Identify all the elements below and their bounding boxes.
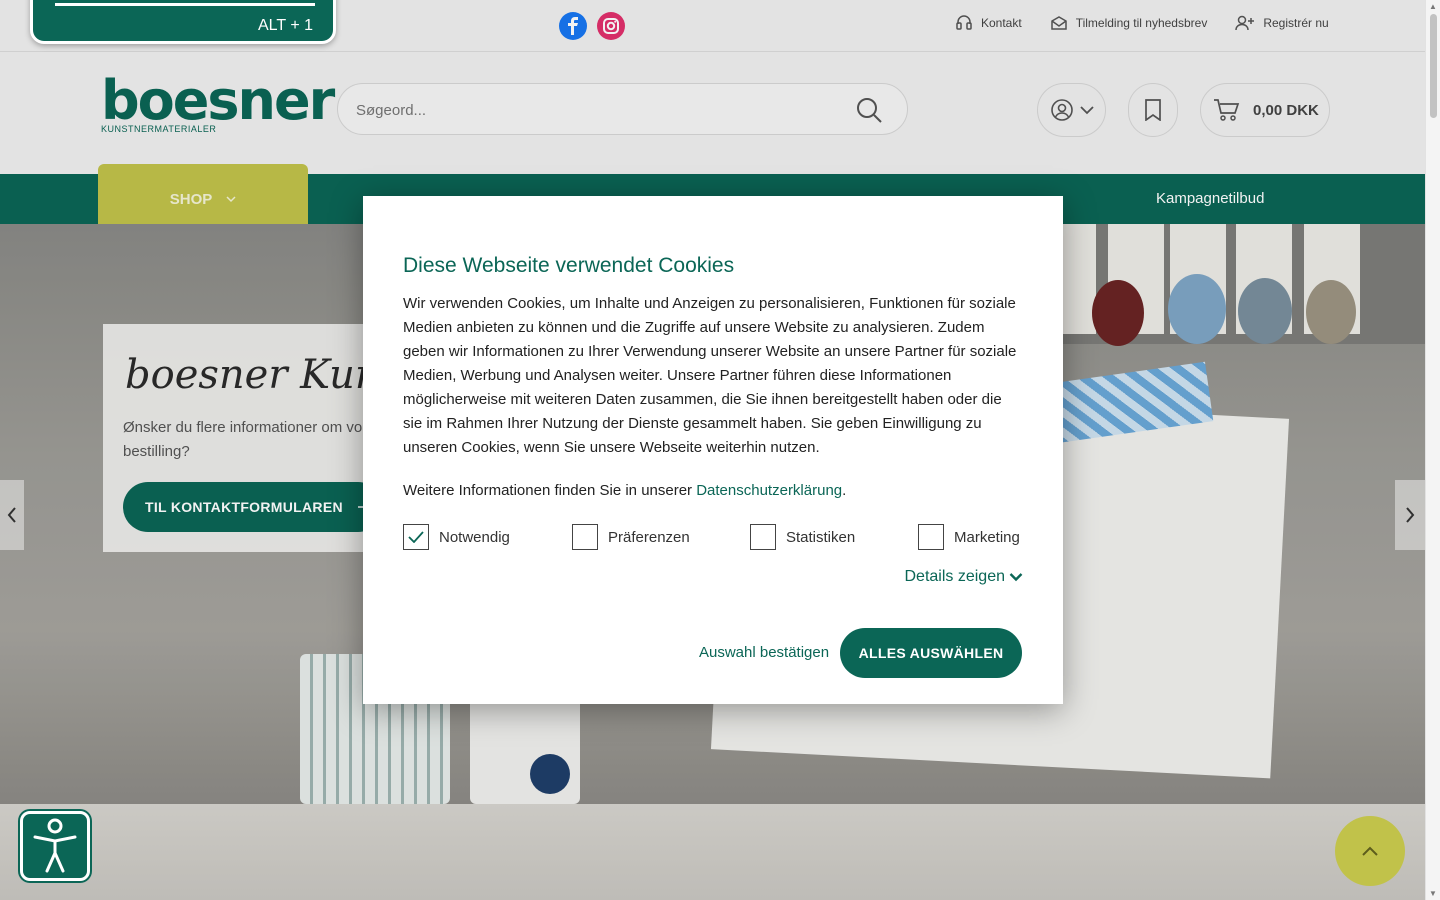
privacy-suffix: . (842, 482, 847, 499)
accessibility-icon (33, 818, 77, 873)
checkbox-box[interactable] (750, 524, 776, 550)
chevron-up-icon (1362, 846, 1378, 856)
details-label: Details zeigen (904, 568, 1006, 585)
confirm-selection-button[interactable]: Auswahl bestätigen (699, 644, 829, 661)
chevron-down-icon (1009, 573, 1023, 582)
checkbox-notwendig[interactable]: Notwendig (403, 524, 510, 550)
skip-link-popup[interactable]: ALT + 1 (30, 0, 336, 44)
scrollbar-thumb[interactable] (1430, 14, 1437, 118)
skip-link-shortcut: ALT + 1 (258, 17, 313, 34)
checkbox-box[interactable] (918, 524, 944, 550)
checkbox-label: Notwendig (439, 528, 510, 546)
cookie-consent-dialog: Diese Webseite verwendet Cookies Wir ver… (363, 196, 1063, 704)
privacy-policy-link[interactable]: Datenschutzerklärung (696, 482, 842, 499)
checkbox-label: Präferenzen (608, 528, 690, 546)
checkbox-statistiken[interactable]: Statistiken (750, 524, 855, 550)
privacy-prefix: Weitere Informationen finden Sie in unse… (403, 482, 697, 499)
accessibility-button[interactable] (20, 811, 90, 881)
details-toggle[interactable]: Details zeigen (905, 568, 1024, 586)
skip-link-underline (55, 3, 315, 6)
checkbox-praeferenzen[interactable]: Präferenzen (572, 524, 690, 550)
select-all-button[interactable]: ALLES AUSWÄHLEN (840, 628, 1022, 678)
checkmark-icon (408, 531, 424, 543)
scroll-up-arrow[interactable]: ▲ (1429, 2, 1437, 11)
checkbox-box[interactable] (403, 524, 429, 550)
cookie-dialog-body: Wir verwenden Cookies, um Inhalte und An… (403, 295, 1017, 456)
checkbox-marketing[interactable]: Marketing (918, 524, 1020, 550)
cookie-dialog-title: Diese Webseite verwendet Cookies (403, 254, 735, 277)
cookie-categories: Notwendig Präferenzen Statistiken Market… (403, 524, 1023, 550)
checkbox-label: Marketing (954, 528, 1020, 546)
checkbox-label: Statistiken (786, 528, 856, 546)
page-scrollbar[interactable]: ▲ ▼ (1425, 0, 1440, 900)
checkbox-box[interactable] (572, 524, 598, 550)
scroll-down-arrow[interactable]: ▼ (1429, 889, 1437, 898)
scroll-to-top-button[interactable] (1335, 816, 1405, 886)
privacy-info: Weitere Informationen finden Sie in unse… (403, 482, 846, 499)
